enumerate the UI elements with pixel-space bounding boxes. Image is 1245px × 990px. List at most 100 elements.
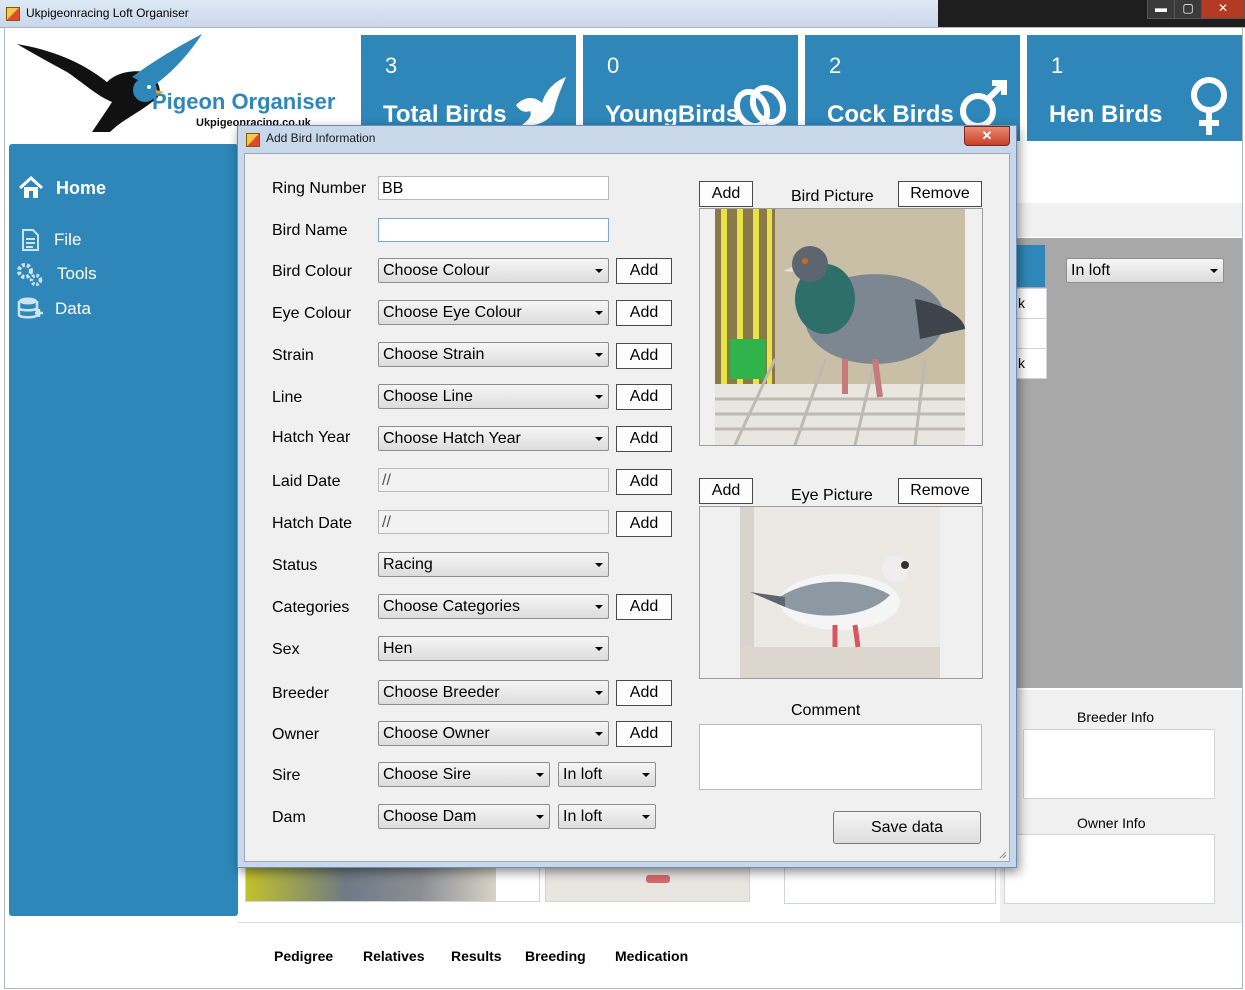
bird-name-input[interactable] xyxy=(378,218,609,242)
add-strain-button[interactable]: Add xyxy=(616,343,672,369)
sire-select[interactable]: Choose Sire xyxy=(378,762,550,787)
table-row[interactable] xyxy=(1015,318,1047,349)
sex-label: Sex xyxy=(272,641,300,658)
ring-number-input[interactable]: BB xyxy=(378,176,609,200)
maximize-button[interactable]: ▢ xyxy=(1174,0,1202,19)
owner-select[interactable]: Choose Owner xyxy=(378,721,609,746)
add-eye-colour-button[interactable]: Add xyxy=(616,300,672,326)
eye-thumbnail xyxy=(545,864,750,902)
add-owner-button[interactable]: Add xyxy=(616,721,672,747)
select-value: Choose Owner xyxy=(383,725,490,742)
add-bird-colour-button[interactable]: Add xyxy=(616,258,672,284)
add-line-button[interactable]: Add xyxy=(616,384,672,410)
chevron-down-icon xyxy=(595,732,603,736)
add-laid-date-button[interactable]: Add xyxy=(616,469,672,495)
tab-divider xyxy=(238,922,1241,923)
add-eye-picture-button[interactable]: Add xyxy=(699,478,753,504)
tile-hen-birds[interactable]: 1 Hen Birds xyxy=(1027,35,1242,141)
tab-pedigree[interactable]: Pedigree xyxy=(274,948,333,964)
dam-status-select[interactable]: In loft xyxy=(558,804,656,829)
sidebar-item-label: Data xyxy=(55,299,91,318)
gears-icon xyxy=(17,263,43,287)
line-select[interactable]: Choose Line xyxy=(378,384,609,409)
database-icon xyxy=(17,297,43,319)
select-value: Choose Line xyxy=(383,388,473,405)
row-fragment: k xyxy=(1018,355,1025,371)
tab-results[interactable]: Results xyxy=(451,948,502,964)
close-window-button[interactable]: ✕ xyxy=(1201,0,1245,19)
laid-date-label: Laid Date xyxy=(272,473,341,490)
selected-row[interactable] xyxy=(1015,245,1045,287)
tile-count: 0 xyxy=(607,53,620,78)
bird-colour-select[interactable]: Choose Colour xyxy=(378,258,609,283)
select-value: Choose Eye Colour xyxy=(383,304,522,321)
add-bird-picture-button[interactable]: Add xyxy=(699,181,753,207)
remove-eye-picture-button[interactable]: Remove xyxy=(898,478,982,504)
strain-select[interactable]: Choose Strain xyxy=(378,342,609,367)
dam-select[interactable]: Choose Dam xyxy=(378,804,550,829)
select-value: Choose Breeder xyxy=(383,684,500,701)
sidebar-item-tools[interactable]: Tools xyxy=(15,261,97,287)
tab-relatives[interactable]: Relatives xyxy=(363,948,424,964)
select-value: Choose Strain xyxy=(383,346,485,363)
breeder-label: Breeder xyxy=(272,685,329,702)
chevron-down-icon xyxy=(536,773,544,777)
chevron-down-icon xyxy=(595,395,603,399)
line-label: Line xyxy=(272,389,303,406)
minimize-button[interactable]: ▬ xyxy=(1147,0,1175,19)
chevron-down-icon xyxy=(595,563,603,567)
sidebar-item-home[interactable]: Home xyxy=(18,176,106,200)
categories-select[interactable]: Choose Categories xyxy=(378,594,609,619)
comment-textarea[interactable] xyxy=(699,724,982,790)
tab-medication[interactable]: Medication xyxy=(615,948,688,964)
sire-status-select[interactable]: In loft xyxy=(558,762,656,787)
chevron-down-icon xyxy=(595,269,603,273)
bg-box xyxy=(784,864,996,904)
sidebar-item-label: File xyxy=(54,230,82,249)
sidebar-item-data[interactable]: Data xyxy=(17,296,91,322)
tab-breeding[interactable]: Breeding xyxy=(525,948,586,964)
select-value: In loft xyxy=(563,766,603,783)
add-breeder-button[interactable]: Add xyxy=(616,680,672,706)
breeder-select[interactable]: Choose Breeder xyxy=(378,680,609,705)
breeder-info-box xyxy=(1023,729,1215,799)
hatch-date-input[interactable]: // xyxy=(378,510,609,534)
select-value: Racing xyxy=(383,556,433,573)
document-icon xyxy=(22,229,39,251)
window-title: Ukpigeonracing Loft Organiser xyxy=(26,6,189,20)
owner-info-box xyxy=(1004,834,1215,904)
sidebar-item-file[interactable]: File xyxy=(18,228,81,252)
bird-name-label: Bird Name xyxy=(272,222,348,239)
chevron-down-icon xyxy=(642,773,650,777)
remove-bird-picture-button[interactable]: Remove xyxy=(898,181,982,207)
table-row[interactable]: k xyxy=(1015,348,1047,379)
laid-date-input[interactable]: // xyxy=(378,468,609,492)
bird-colour-label: Bird Colour xyxy=(272,263,353,280)
chevron-down-icon xyxy=(595,311,603,315)
dialog-close-button[interactable]: ✕ xyxy=(964,126,1010,146)
sidebar-item-label: Tools xyxy=(57,264,97,283)
status-select[interactable]: Racing xyxy=(378,552,609,577)
hatch-year-select[interactable]: Choose Hatch Year xyxy=(378,426,609,451)
add-categories-button[interactable]: Add xyxy=(616,594,672,620)
add-hatch-date-button[interactable]: Add xyxy=(616,511,672,537)
eye-colour-select[interactable]: Choose Eye Colour xyxy=(378,300,609,325)
table-row[interactable]: k xyxy=(1015,288,1047,319)
bird-picture-box xyxy=(699,208,983,446)
dialog-client: Ring Number Bird Name Bird Colour Eye Co… xyxy=(244,153,1010,862)
add-hatch-year-button[interactable]: Add xyxy=(616,426,672,452)
save-data-button[interactable]: Save data xyxy=(833,811,981,844)
sex-select[interactable]: Hen xyxy=(378,636,609,661)
sidebar: Home File Tools Data xyxy=(9,144,238,916)
select-value: Choose Hatch Year xyxy=(383,430,521,447)
owner-label: Owner xyxy=(272,726,320,743)
chevron-down-icon xyxy=(642,815,650,819)
chevron-down-icon xyxy=(595,691,603,695)
row-fragment: k xyxy=(1018,295,1025,311)
chevron-down-icon xyxy=(595,437,603,441)
select-value: Choose Dam xyxy=(383,808,477,825)
loft-status-select[interactable]: In loft xyxy=(1066,258,1224,283)
sire-label: Sire xyxy=(272,767,301,784)
resize-grip-icon[interactable] xyxy=(997,849,1007,859)
chevron-down-icon xyxy=(595,647,603,651)
